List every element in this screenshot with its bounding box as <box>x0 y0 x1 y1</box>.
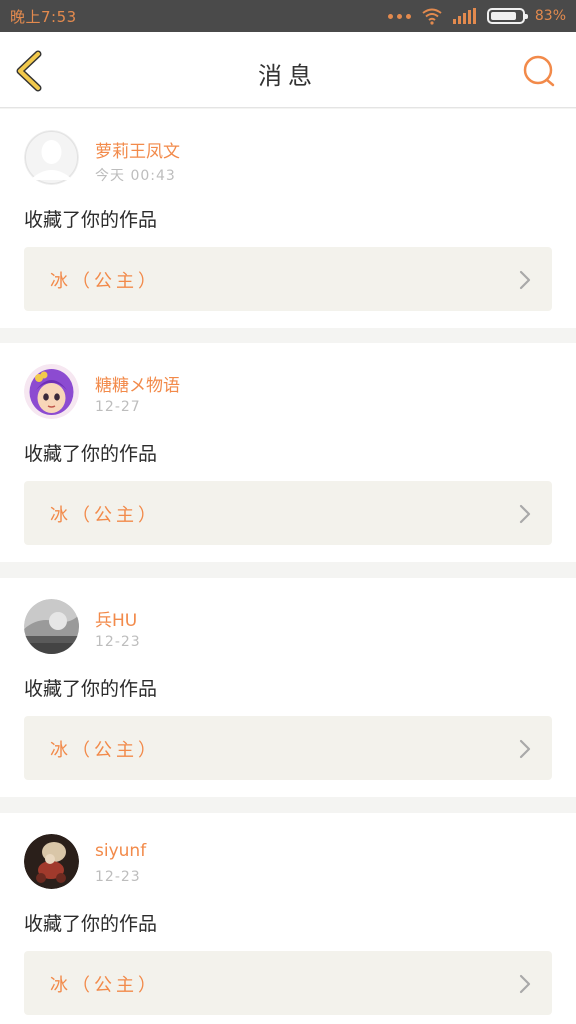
work-title: 冰（公主） <box>50 271 160 292</box>
page-title: 消息 <box>258 62 318 90</box>
photo-avatar-icon <box>24 834 79 889</box>
status-time: 晚上7:53 <box>10 8 77 26</box>
message-card: siyunf 12-23 收藏了你的作品 冰（公主） <box>0 813 576 1024</box>
wifi-icon <box>422 8 442 25</box>
status-icons: 83% <box>387 6 566 26</box>
chevron-right-icon <box>519 270 531 290</box>
signal-icon <box>452 8 476 24</box>
action-text: 收藏了你的作品 <box>24 678 158 700</box>
chevron-right-icon <box>519 974 531 994</box>
work-title: 冰（公主） <box>50 975 160 996</box>
cartoon-girl-avatar-icon <box>24 364 79 419</box>
battery-icon <box>486 8 528 24</box>
more-dots-icon <box>387 13 411 19</box>
action-text: 收藏了你的作品 <box>24 209 158 231</box>
avatar[interactable] <box>24 599 79 654</box>
work-title: 冰（公主） <box>50 505 160 526</box>
message-card: 糖糖メ物语 12-27 收藏了你的作品 冰（公主） <box>0 343 576 562</box>
avatar[interactable] <box>24 834 79 889</box>
work-link[interactable]: 冰（公主） <box>24 951 552 1015</box>
username[interactable]: 糖糖メ物语 <box>95 371 180 396</box>
search-icon <box>523 55 555 87</box>
username[interactable]: 兵HU <box>95 606 137 631</box>
username[interactable]: siyunf <box>95 841 146 861</box>
work-link[interactable]: 冰（公主） <box>24 481 552 545</box>
search-button[interactable] <box>522 54 556 88</box>
message-card: 兵HU 12-23 收藏了你的作品 冰（公主） <box>0 578 576 797</box>
message-card: 萝莉王凤文 今天 00:43 收藏了你的作品 冰（公主） <box>0 109 576 328</box>
message-time: 12-27 <box>95 399 141 415</box>
status-bar: 晚上7:53 83% <box>0 0 576 32</box>
chevron-right-icon <box>519 504 531 524</box>
message-time: 12-23 <box>95 869 141 885</box>
default-avatar-icon <box>24 130 79 185</box>
chevron-right-icon <box>519 739 531 759</box>
navigation-bar: 消息 <box>0 32 576 108</box>
battery-percent: 83% <box>534 8 566 24</box>
message-time: 12-23 <box>95 634 141 650</box>
work-title: 冰（公主） <box>50 740 160 761</box>
action-text: 收藏了你的作品 <box>24 913 158 935</box>
message-time: 今天 00:43 <box>95 168 176 184</box>
username[interactable]: 萝莉王凤文 <box>95 137 180 162</box>
avatar[interactable] <box>24 364 79 419</box>
work-link[interactable]: 冰（公主） <box>24 247 552 311</box>
gray-photo-avatar-icon <box>24 599 79 654</box>
action-text: 收藏了你的作品 <box>24 443 158 465</box>
avatar[interactable] <box>24 130 79 185</box>
work-link[interactable]: 冰（公主） <box>24 716 552 780</box>
